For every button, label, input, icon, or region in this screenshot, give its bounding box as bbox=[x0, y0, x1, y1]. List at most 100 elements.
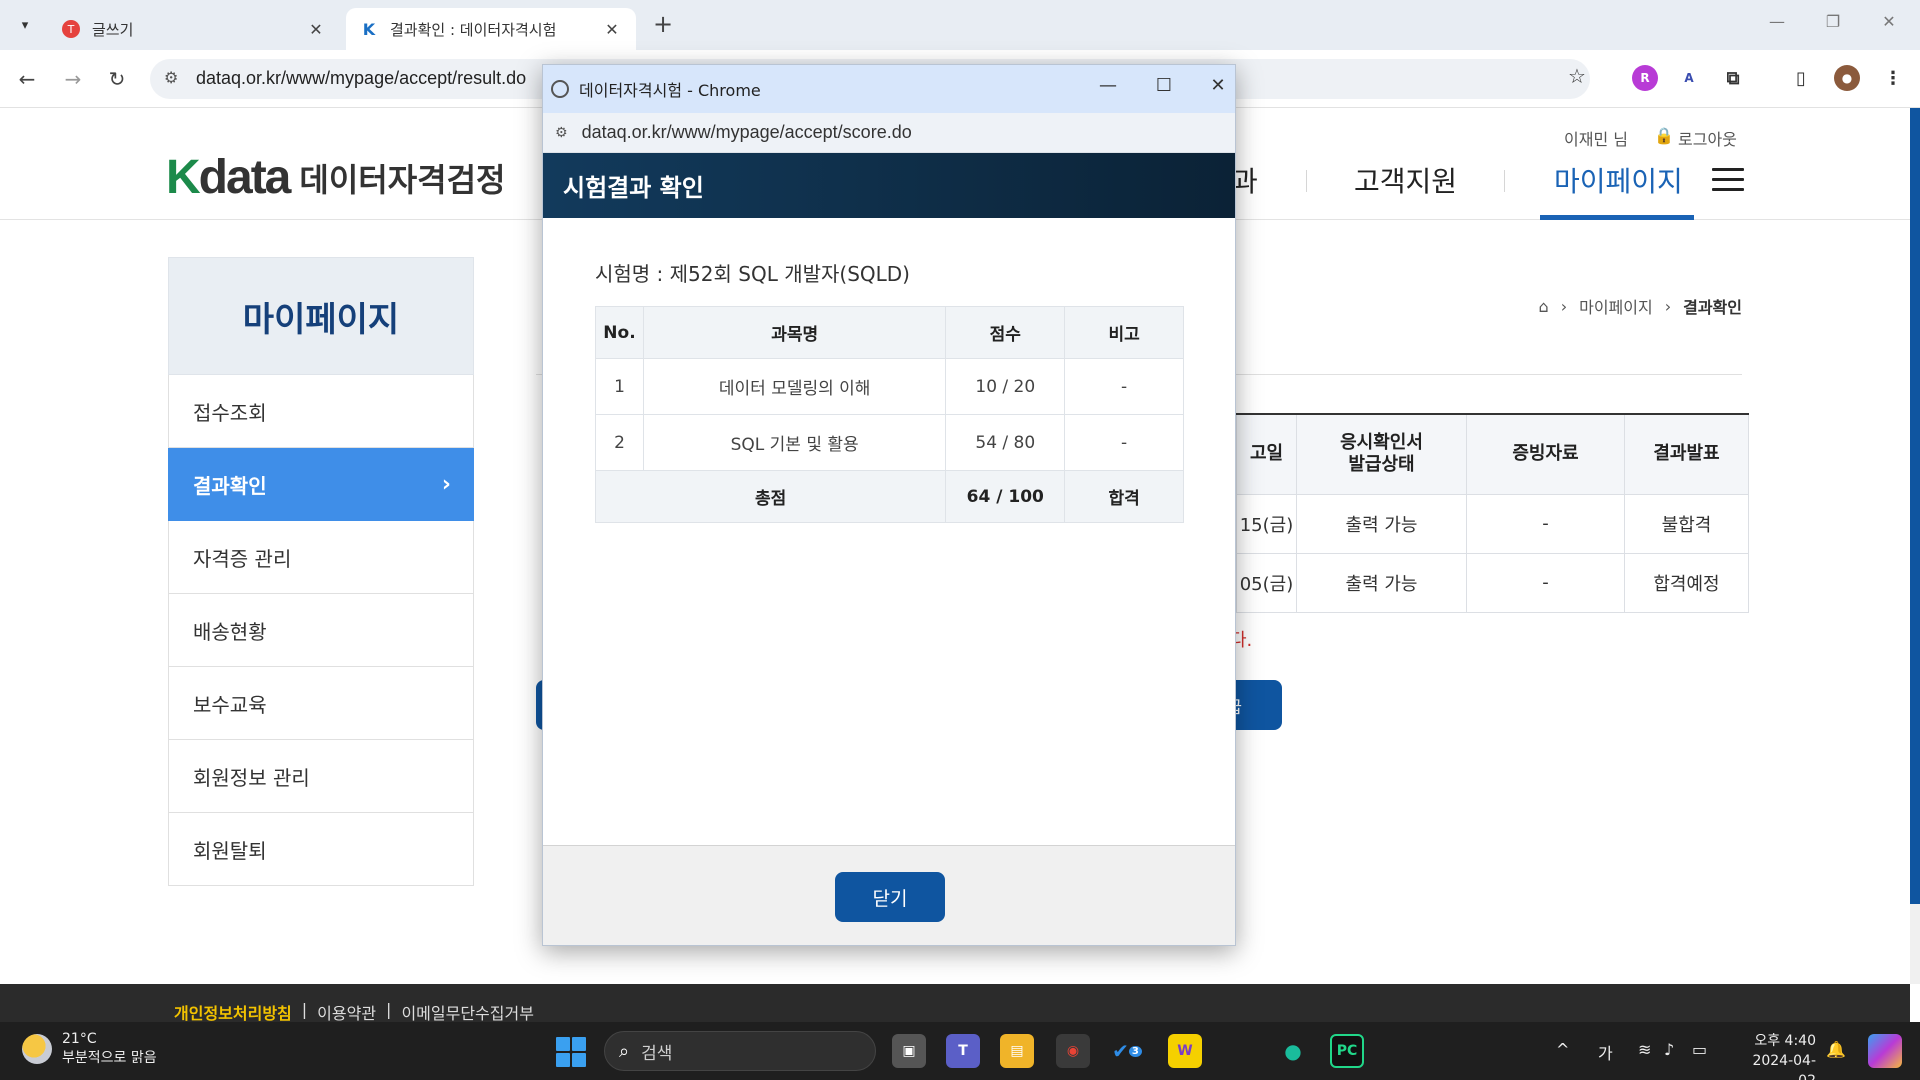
browser-tab-1[interactable]: T 글쓰기 ✕ bbox=[48, 8, 340, 50]
chevron-right-icon: › bbox=[1664, 296, 1672, 316]
volume-icon[interactable]: ♪ bbox=[1664, 1040, 1674, 1059]
bookmark-star-icon[interactable]: ☆ bbox=[1568, 64, 1586, 88]
footer-link-email[interactable]: 이메일무단수집거부 bbox=[401, 1000, 533, 1024]
sidebar-title: 마이페이지 bbox=[168, 257, 474, 375]
close-icon[interactable]: ✕ bbox=[602, 20, 622, 39]
extension-icon[interactable]: R bbox=[1632, 65, 1658, 91]
extension-icon[interactable]: A bbox=[1676, 65, 1702, 91]
sidebar-item-withdraw[interactable]: 회원탈퇴 bbox=[168, 813, 474, 886]
sidebar-item-label: 배송현황 bbox=[193, 619, 267, 644]
table-cell[interactable]: 출력 가능 bbox=[1296, 493, 1467, 554]
sidebar: 마이페이지 접수조회 결과확인 › 자격증 관리 배송현황 보수교육 회원정보 관… bbox=[168, 257, 474, 886]
score-popup-window: 데이터자격시험 - Chrome — ☐ ✕ ⚙ dataq.or.kr/www… bbox=[542, 64, 1236, 946]
column-header: 점수 bbox=[945, 306, 1066, 359]
apple-icon[interactable] bbox=[1222, 1034, 1256, 1068]
task-view-icon[interactable]: ▣ bbox=[892, 1034, 926, 1068]
close-icon[interactable]: ✕ bbox=[1203, 75, 1233, 96]
close-button[interactable]: 닫기 bbox=[835, 872, 945, 922]
search-icon: ⌕ bbox=[619, 1040, 630, 1062]
battery-icon[interactable]: ▭ bbox=[1692, 1040, 1707, 1059]
close-window-icon[interactable]: ✕ bbox=[1874, 12, 1904, 31]
minimize-icon[interactable]: — bbox=[1762, 12, 1792, 31]
wifi-icon[interactable]: ≋ bbox=[1638, 1040, 1651, 1059]
sidebar-item-delivery[interactable]: 배송현황 bbox=[168, 594, 474, 667]
windows-start-icon[interactable] bbox=[556, 1037, 586, 1067]
sidebar-item-education[interactable]: 보수교육 bbox=[168, 667, 474, 740]
score-table: No. 과목명 점수 비고 1 데이터 모델링의 이해 10 / 20 - 2 … bbox=[594, 306, 1184, 523]
scrollbar-track[interactable] bbox=[1910, 904, 1920, 984]
close-icon[interactable]: ✕ bbox=[306, 20, 326, 39]
copilot-icon[interactable] bbox=[1868, 1034, 1902, 1068]
nav-item-mypage[interactable]: 마이페이지 bbox=[1554, 160, 1683, 200]
popup-window-title: 데이터자격시험 - Chrome bbox=[579, 81, 761, 100]
home-icon[interactable]: ⌂ bbox=[1539, 297, 1549, 316]
table-cell: 15(금) bbox=[1236, 493, 1297, 554]
back-icon[interactable]: ← bbox=[12, 64, 42, 94]
footer-link-terms[interactable]: 이용약관 bbox=[317, 1000, 376, 1024]
forward-icon[interactable]: → bbox=[58, 64, 88, 94]
breadcrumb: ⌂ › 마이페이지 › 결과확인 bbox=[1539, 294, 1742, 318]
page-scrollbar[interactable] bbox=[1910, 108, 1920, 906]
system-clock[interactable]: 오후 4:40 2024-04-02 bbox=[1736, 1031, 1816, 1080]
site-info-icon[interactable]: ⚙ bbox=[164, 68, 178, 87]
sidebar-item-registration[interactable]: 접수조회 bbox=[168, 375, 474, 448]
hamburger-menu-icon[interactable] bbox=[1712, 168, 1744, 192]
teams-icon[interactable]: T bbox=[946, 1034, 980, 1068]
sidebar-item-member-info[interactable]: 회원정보 관리 bbox=[168, 740, 474, 813]
table-cell[interactable]: 합격예정 bbox=[1624, 552, 1749, 613]
sidebar-item-label: 자격증 관리 bbox=[193, 546, 292, 571]
todo-check-icon[interactable]: ✔ 3 bbox=[1110, 1034, 1144, 1068]
logout-link[interactable]: 로그아웃 bbox=[1678, 126, 1737, 150]
weather-desc: 부분적으로 맑음 bbox=[62, 1050, 157, 1066]
globe-icon bbox=[551, 80, 569, 98]
extensions-puzzle-icon[interactable]: ⧉ bbox=[1720, 65, 1746, 91]
pycharm-icon[interactable]: PC bbox=[1330, 1034, 1364, 1068]
whale-app-icon[interactable]: W bbox=[1168, 1034, 1202, 1068]
notification-bell-icon[interactable]: 🔔 bbox=[1826, 1040, 1846, 1059]
table-cell: 2 bbox=[595, 414, 644, 471]
table-row: 15(금) 출력 가능 - 불합격 bbox=[1236, 493, 1749, 554]
new-tab-button[interactable]: + bbox=[648, 10, 678, 38]
partly-sunny-icon bbox=[22, 1034, 52, 1064]
ime-indicator[interactable]: 가 bbox=[1598, 1040, 1613, 1064]
menu-dots-icon[interactable]: ⋮ bbox=[1880, 65, 1906, 91]
nav-divider bbox=[1504, 170, 1505, 192]
tab-search-button[interactable]: ▾ bbox=[8, 8, 42, 42]
popup-footer: 닫기 bbox=[543, 845, 1235, 945]
chrome-icon[interactable]: ◉ bbox=[1056, 1034, 1090, 1068]
sidebar-item-label: 보수교육 bbox=[193, 692, 267, 717]
footer-link-privacy[interactable]: 개인정보처리방침 bbox=[174, 1000, 292, 1024]
weather-widget[interactable]: 21°C 부분적으로 맑음 bbox=[22, 1030, 157, 1068]
lock-icon: 🔒 bbox=[1654, 126, 1674, 145]
sidebar-item-label: 결과확인 bbox=[193, 473, 267, 498]
taskbar-search[interactable]: ⌕ 검색 bbox=[604, 1031, 876, 1071]
reload-icon[interactable]: ↻ bbox=[102, 64, 132, 94]
maximize-icon[interactable]: ☐ bbox=[1149, 75, 1179, 96]
column-header: 증빙자료 bbox=[1466, 413, 1625, 495]
file-explorer-icon[interactable]: ▤ bbox=[1000, 1034, 1034, 1068]
side-panel-icon[interactable]: ▯ bbox=[1788, 65, 1814, 91]
nav-item-support[interactable]: 고객지원 bbox=[1354, 160, 1457, 200]
notification-badge: 3 bbox=[1128, 1045, 1142, 1057]
chevron-right-icon: › bbox=[441, 471, 451, 497]
breadcrumb-current: 결과확인 bbox=[1683, 298, 1742, 317]
minimize-icon[interactable]: — bbox=[1093, 75, 1123, 96]
column-header: 결과발표 bbox=[1624, 413, 1749, 495]
browser-tab-2[interactable]: K 결과확인 : 데이터자격시험 ✕ bbox=[346, 8, 636, 50]
person-app-icon[interactable]: ● bbox=[1276, 1034, 1310, 1068]
profile-avatar[interactable]: ● bbox=[1834, 65, 1860, 91]
table-cell: SQL 기본 및 활용 bbox=[642, 414, 947, 471]
site-logo[interactable]: Kdata 데이터자격검정 bbox=[166, 150, 505, 205]
breadcrumb-item[interactable]: 마이페이지 bbox=[1579, 294, 1653, 318]
total-result: 합격 bbox=[1064, 470, 1184, 523]
site-info-icon[interactable]: ⚙ bbox=[555, 125, 568, 141]
popup-titlebar[interactable]: 데이터자격시험 - Chrome — ☐ ✕ bbox=[543, 65, 1235, 113]
sidebar-item-result[interactable]: 결과확인 › bbox=[168, 448, 474, 521]
sidebar-item-certificate[interactable]: 자격증 관리 bbox=[168, 521, 474, 594]
chevron-up-icon[interactable]: ^ bbox=[1556, 1040, 1569, 1059]
table-cell: - bbox=[1466, 493, 1625, 554]
table-cell[interactable]: 불합격 bbox=[1624, 493, 1749, 554]
table-cell[interactable]: 출력 가능 bbox=[1296, 552, 1467, 613]
total-score: 64 / 100 bbox=[945, 470, 1066, 523]
restore-icon[interactable]: ❐ bbox=[1818, 12, 1848, 31]
